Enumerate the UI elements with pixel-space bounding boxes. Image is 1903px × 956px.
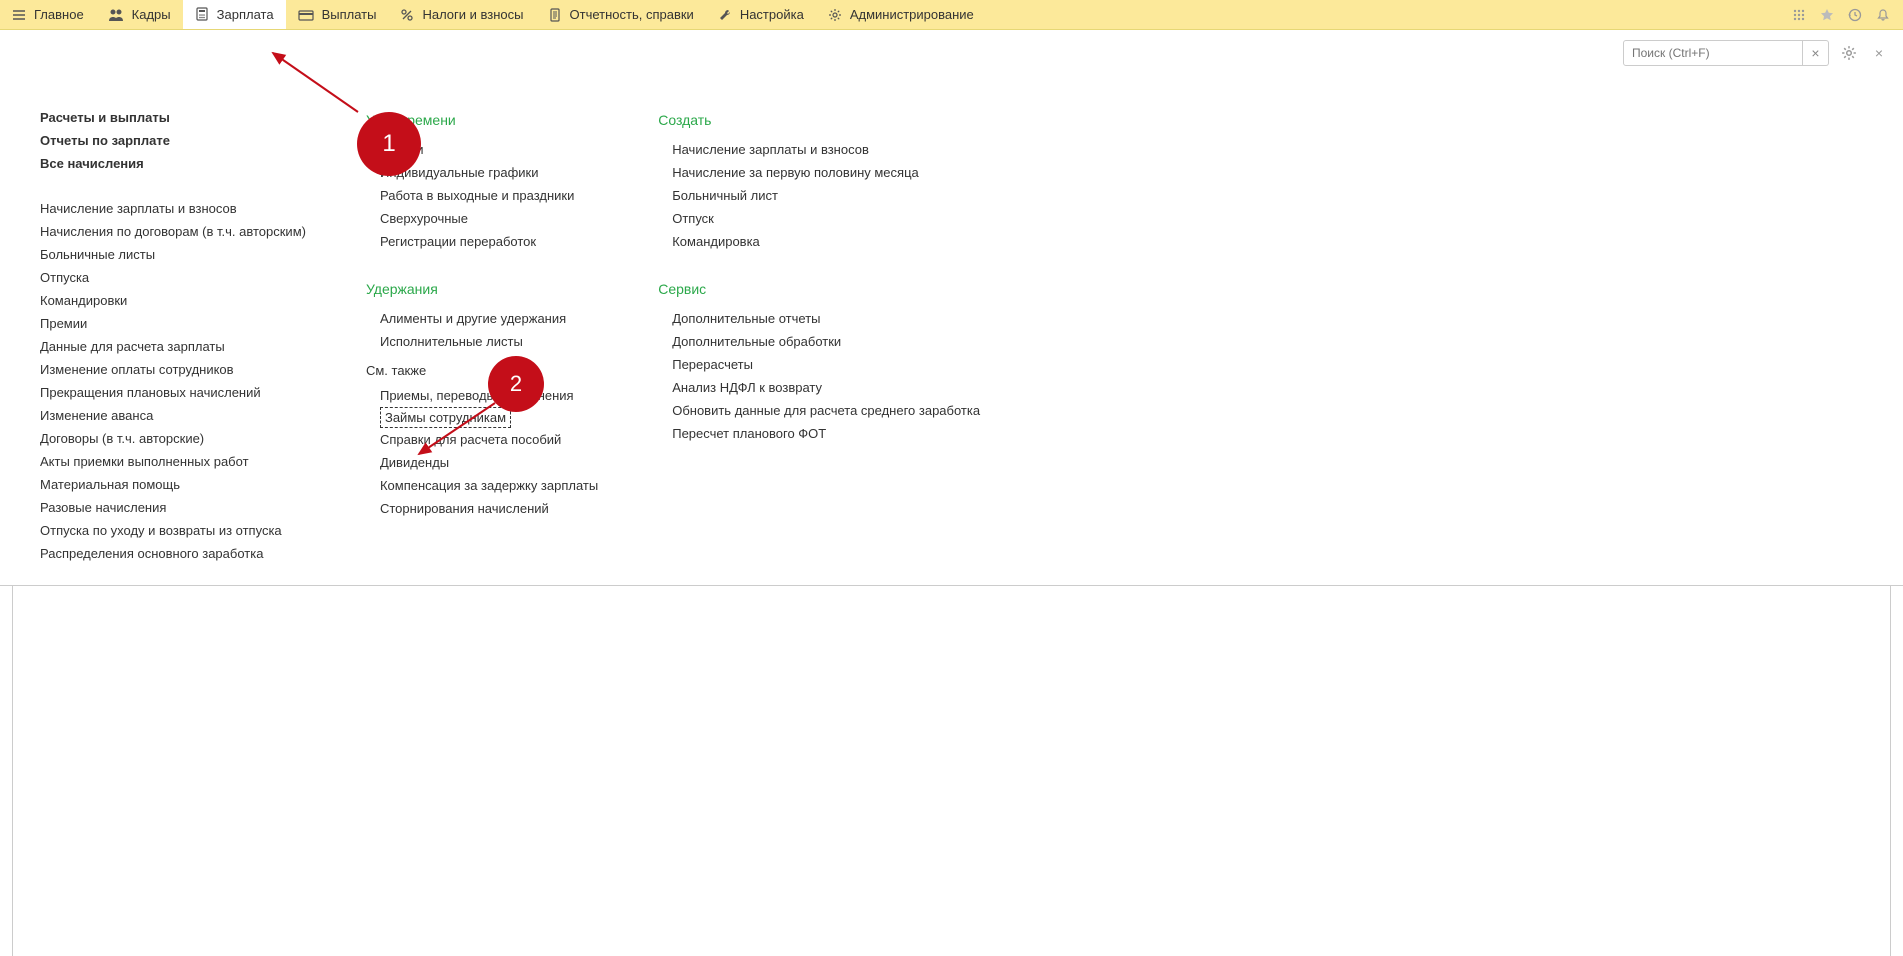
marker-1: 1: [357, 112, 421, 176]
settings-icon[interactable]: [1839, 43, 1859, 63]
nav-label: Администрирование: [850, 7, 974, 22]
col-create-service: Создать Начисление зарплаты и взносов На…: [658, 106, 980, 575]
menu-icon: [12, 8, 26, 22]
wrench-icon: [718, 8, 732, 22]
doc-icon: [548, 8, 562, 22]
link-item[interactable]: Больничный лист: [672, 184, 980, 207]
section-header-service: Сервис: [658, 275, 980, 307]
link-item[interactable]: Пересчет планового ФОТ: [672, 422, 980, 445]
link-calculations-payments[interactable]: Расчеты и выплаты: [40, 106, 306, 129]
section-subheader-seealso: См. также: [366, 353, 598, 384]
link-item[interactable]: Премии: [40, 312, 306, 335]
link-item[interactable]: Дополнительные обработки: [672, 330, 980, 353]
arrow-2: [413, 398, 503, 458]
link-item[interactable]: Больничные листы: [40, 243, 306, 266]
link-item[interactable]: Изменение оплаты сотрудников: [40, 358, 306, 381]
link-item[interactable]: Сверхурочные: [380, 207, 598, 230]
section-header-create: Создать: [658, 106, 980, 138]
nav-personnel[interactable]: Кадры: [96, 0, 183, 29]
link-item[interactable]: Работа в выходные и праздники: [380, 184, 598, 207]
people-icon: [108, 8, 124, 22]
link-item[interactable]: Начисление зарплаты и взносов: [672, 138, 980, 161]
link-item[interactable]: Командировка: [672, 230, 980, 253]
search-clear-button[interactable]: ×: [1803, 40, 1829, 66]
percent-icon: [400, 8, 414, 22]
nav-reports[interactable]: Отчетность, справки: [536, 0, 706, 29]
link-item[interactable]: Прекращения плановых начислений: [40, 381, 306, 404]
calc-icon: [195, 7, 209, 21]
link-item[interactable]: Регистрации переработок: [380, 230, 598, 253]
link-item[interactable]: Отпуска по уходу и возвраты из отпуска: [40, 519, 306, 542]
bottom-pane: [12, 586, 1891, 956]
link-all-accruals[interactable]: Все начисления: [40, 152, 306, 175]
nav-settings[interactable]: Настройка: [706, 0, 816, 29]
link-item[interactable]: Данные для расчета зарплаты: [40, 335, 306, 358]
link-item[interactable]: Обновить данные для расчета среднего зар…: [672, 399, 980, 422]
col-calculations: Расчеты и выплаты Отчеты по зарплате Все…: [40, 106, 306, 575]
link-item[interactable]: Отпуска: [40, 266, 306, 289]
nav-label: Выплаты: [322, 7, 377, 22]
nav-label: Отчетность, справки: [570, 7, 694, 22]
section-header-deductions: Удержания: [366, 275, 598, 307]
gear-icon: [828, 8, 842, 22]
link-item[interactable]: Анализ НДФЛ к возврату: [672, 376, 980, 399]
link-item[interactable]: Акты приемки выполненных работ: [40, 450, 306, 473]
link-item[interactable]: Командировки: [40, 289, 306, 312]
link-item[interactable]: Начисление зарплаты и взносов: [40, 197, 306, 220]
link-item[interactable]: Дополнительные отчеты: [672, 307, 980, 330]
nav-admin[interactable]: Администрирование: [816, 0, 986, 29]
topbar-right: [1789, 0, 1903, 29]
link-item[interactable]: Компенсация за задержку зарплаты: [380, 474, 598, 497]
link-item[interactable]: Изменение аванса: [40, 404, 306, 427]
link-item[interactable]: Отпуск: [672, 207, 980, 230]
nav-main[interactable]: Главное: [0, 0, 96, 29]
close-icon[interactable]: ×: [1869, 43, 1889, 63]
main-content: 1 2 Расчеты и выплаты Отчеты по зарплате…: [0, 66, 1903, 586]
nav-label: Настройка: [740, 7, 804, 22]
link-item[interactable]: Перерасчеты: [672, 353, 980, 376]
search-input[interactable]: [1623, 40, 1803, 66]
link-item[interactable]: Распределения основного заработка: [40, 542, 306, 565]
nav-label: Главное: [34, 7, 84, 22]
history-icon[interactable]: [1845, 5, 1865, 25]
col-time-deductions: Учет времени Табели Индивидуальные графи…: [366, 106, 598, 575]
link-item[interactable]: Разовые начисления: [40, 496, 306, 519]
grid-icon[interactable]: [1789, 5, 1809, 25]
link-item[interactable]: Начисление за первую половину месяца: [672, 161, 980, 184]
nav-salary[interactable]: Зарплата: [183, 0, 286, 29]
link-item[interactable]: Материальная помощь: [40, 473, 306, 496]
nav-label: Зарплата: [217, 7, 274, 22]
link-salary-reports[interactable]: Отчеты по зарплате: [40, 129, 306, 152]
nav-label: Налоги и взносы: [422, 7, 523, 22]
marker-2: 2: [488, 356, 544, 412]
top-nav: Главное Кадры Зарплата Выплаты Налоги и …: [0, 0, 1903, 30]
link-item[interactable]: Исполнительные листы: [380, 330, 598, 353]
nav-taxes[interactable]: Налоги и взносы: [388, 0, 535, 29]
star-icon[interactable]: [1817, 5, 1837, 25]
link-item[interactable]: Алименты и другие удержания: [380, 307, 598, 330]
link-item[interactable]: Сторнирования начислений: [380, 497, 598, 520]
link-item[interactable]: Начисления по договорам (в т.ч. авторски…: [40, 220, 306, 243]
card-icon: [298, 8, 314, 22]
nav-payments[interactable]: Выплаты: [286, 0, 389, 29]
bell-icon[interactable]: [1873, 5, 1893, 25]
nav-label: Кадры: [132, 7, 171, 22]
link-item[interactable]: Договоры (в т.ч. авторские): [40, 427, 306, 450]
arrow-1: [268, 48, 368, 118]
